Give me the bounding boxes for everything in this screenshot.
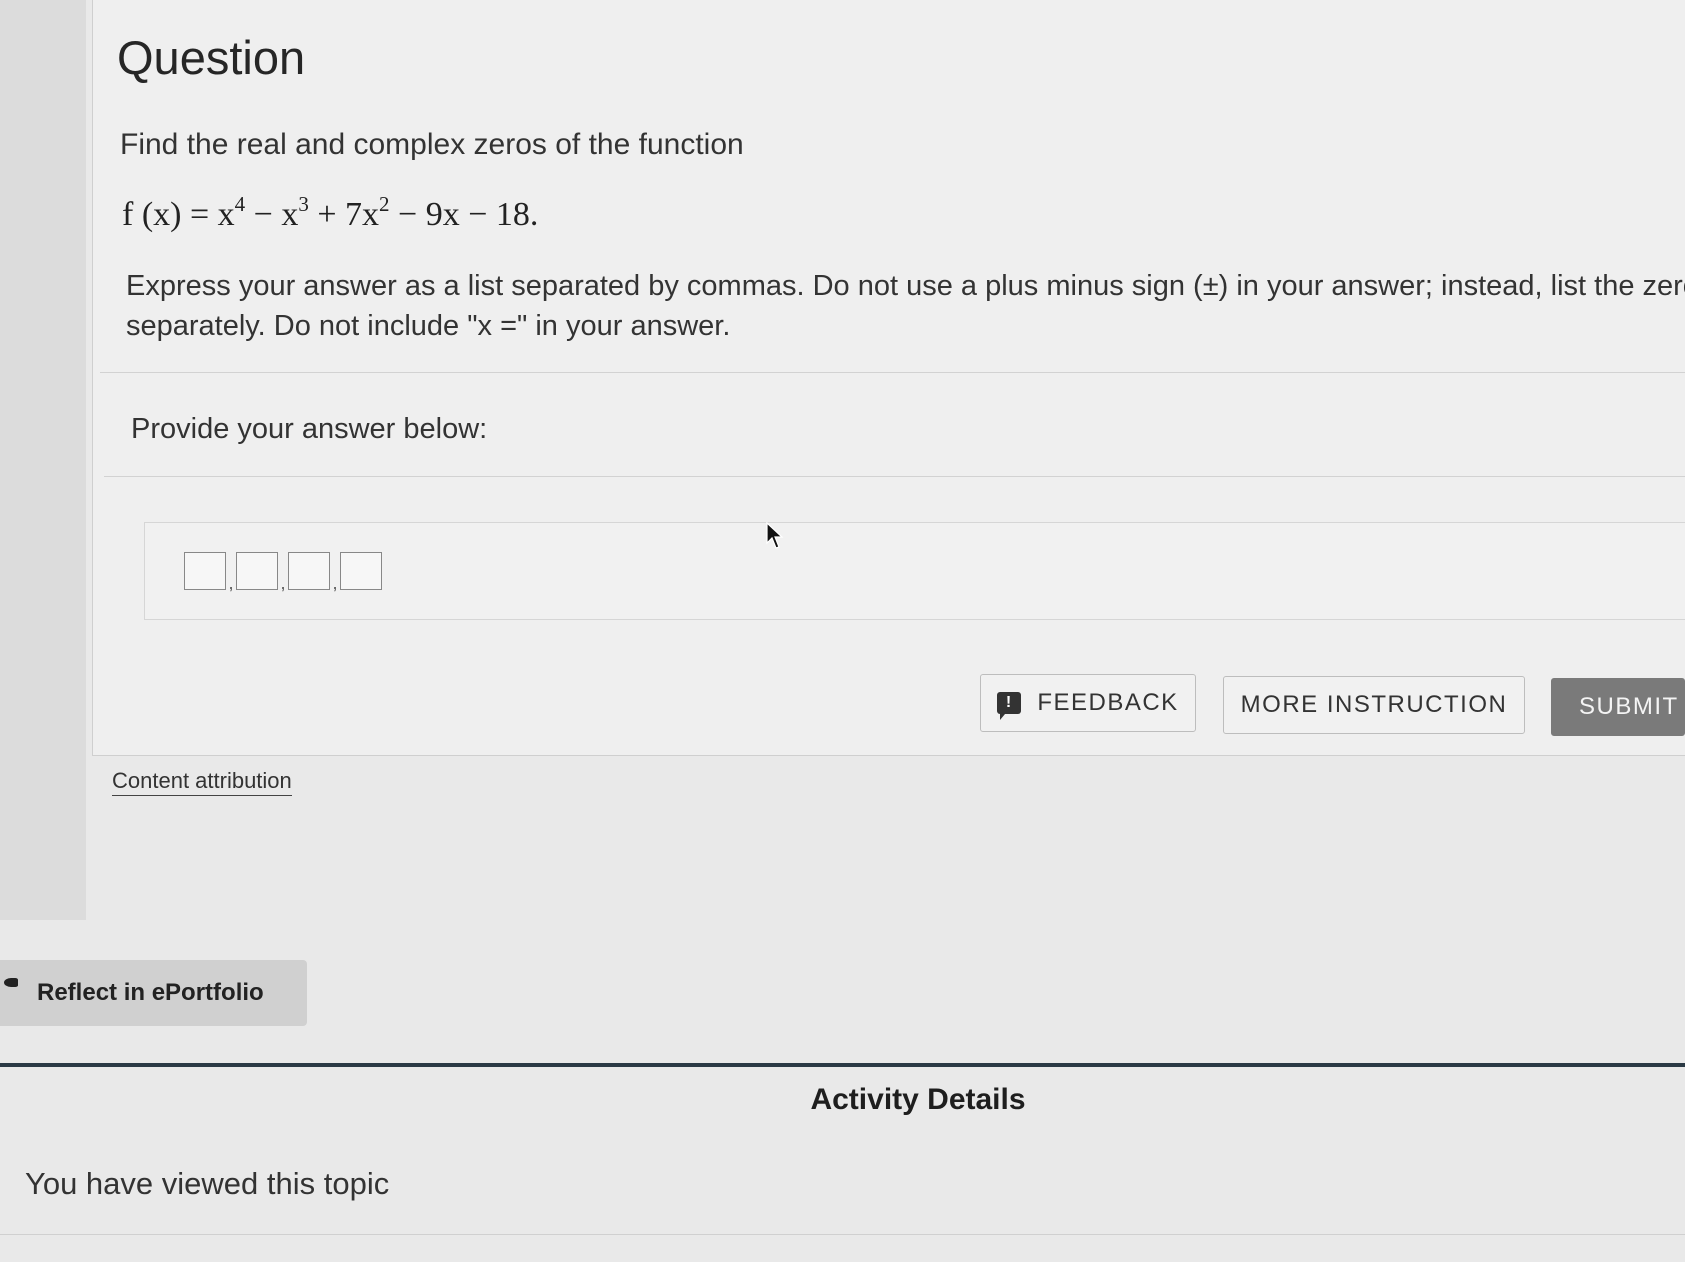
formula-tail: − 9x − 18. (389, 196, 539, 233)
answer-slots: , , , (184, 552, 382, 593)
feedback-icon: ! (997, 692, 1022, 720)
activity-details-heading: Activity Details (810, 1083, 1026, 1116)
instructions-line-1: Express your answer as a list separated … (126, 270, 1685, 302)
section-divider (100, 372, 1685, 373)
answer-input-3[interactable] (288, 552, 330, 590)
formula-term-x3: − x (245, 196, 299, 233)
comma-separator: , (280, 573, 286, 593)
left-gutter (0, 0, 86, 920)
feedback-button-label: FEEDBACK (1037, 689, 1179, 716)
bottom-divider (0, 1234, 1685, 1235)
submit-button[interactable]: SUBMIT (1551, 678, 1685, 736)
question-card (92, 0, 1685, 756)
mouse-pointer-icon (766, 522, 784, 549)
provide-answer-label: Provide your answer below: (131, 413, 488, 445)
formula-term-7x2: + 7x (308, 196, 380, 233)
content-attribution-link[interactable]: Content attribution (112, 768, 292, 796)
formula-exponent-2: 2 (379, 192, 390, 216)
comma-separator: , (228, 573, 234, 593)
answer-input-1[interactable] (184, 552, 226, 590)
reflect-label: Reflect in ePortfolio (37, 979, 264, 1006)
pen-icon (4, 978, 18, 987)
answer-input-2[interactable] (236, 552, 278, 590)
question-title: Question (117, 31, 306, 84)
reflect-eportfolio-button[interactable]: Reflect in ePortfolio (0, 960, 307, 1026)
formula-exponent-4: 4 (234, 192, 246, 216)
question-prompt: Find the real and complex zeros of the f… (120, 128, 744, 161)
instructions-line-2: separately. Do not include "x =" in your… (126, 310, 731, 342)
submit-label: SUBMIT (1579, 693, 1679, 720)
activity-divider (0, 1063, 1685, 1067)
more-instruction-label: MORE INSTRUCTION (1240, 691, 1508, 718)
answer-input-4[interactable] (340, 552, 382, 590)
feedback-button[interactable]: ! FEEDBACK (980, 674, 1196, 732)
formula-exponent-3: 3 (298, 192, 309, 216)
formula-lhs: f (x) = x (122, 196, 235, 233)
answer-instructions: Express your answer as a list separated … (126, 266, 1685, 346)
section-divider (104, 476, 1685, 477)
function-formula: f (x) = x4 − x3 + 7x2 − 9x − 18. (122, 192, 538, 234)
more-instruction-button[interactable]: MORE INSTRUCTION (1223, 676, 1525, 734)
viewed-status-text: You have viewed this topic (25, 1166, 390, 1201)
comma-separator: , (332, 573, 338, 593)
